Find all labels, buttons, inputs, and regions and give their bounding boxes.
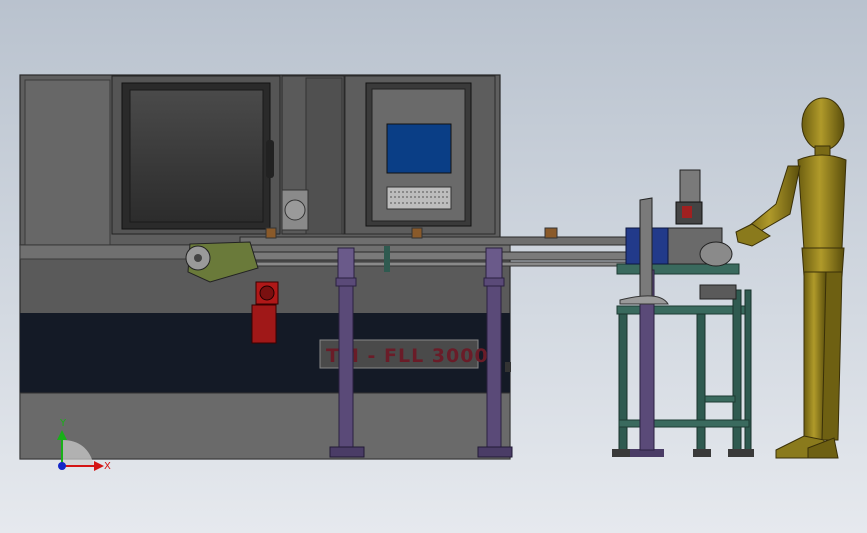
- triad-x-label: X: [104, 461, 111, 472]
- cad-viewport[interactable]: TM - FLL 3000 Y X: [0, 0, 867, 533]
- human-mannequin[interactable]: [735, 97, 847, 459]
- conveyor-rail-top: [239, 236, 631, 246]
- side-gear: [699, 284, 737, 300]
- left-side-panel: [24, 79, 111, 246]
- mannequin-leg-front: [803, 271, 827, 441]
- capper-red-part: [682, 206, 692, 218]
- motor-body: [251, 304, 277, 344]
- triad-y-label: Y: [59, 418, 67, 429]
- side-motor: [699, 241, 733, 267]
- station-foot-1: [612, 449, 632, 457]
- triad-z-axis: [58, 462, 66, 470]
- motor-face: [259, 285, 275, 301]
- chute: [619, 295, 669, 305]
- filling-machine[interactable]: TM - FLL 3000: [19, 74, 511, 460]
- door-handle[interactable]: [266, 140, 274, 178]
- station-leg-1: [618, 313, 628, 451]
- station-mid-deck: [616, 305, 750, 315]
- station-foot-4: [728, 449, 754, 457]
- capping-station[interactable]: [612, 169, 754, 457]
- station-foot-3: [693, 449, 711, 457]
- middle-column-inner: [305, 77, 343, 235]
- conveyor-rail-lower: [249, 251, 631, 261]
- sprocket-hub: [194, 254, 202, 262]
- mannequin-head: [801, 97, 845, 151]
- triad-x-arrow: [94, 461, 104, 471]
- hmi-screen[interactable]: [386, 123, 452, 174]
- conveyor-item-1: [265, 227, 277, 239]
- side-latch: [505, 362, 511, 372]
- guard-plate: [639, 197, 653, 305]
- valve-wheel[interactable]: [284, 199, 306, 221]
- left-door-glass: [129, 89, 264, 223]
- machine-bottom-panel: [19, 392, 511, 460]
- capper-mast: [679, 169, 701, 205]
- station-side-frame: [704, 395, 736, 403]
- mannequin-torso: [797, 154, 847, 251]
- conveyor-item-3: [544, 227, 558, 239]
- conveyor-item-2: [411, 227, 423, 239]
- station-cross-brace: [618, 419, 750, 428]
- conveyor-clip-mid: [384, 246, 390, 272]
- station-leg-3: [696, 313, 706, 451]
- conveyor-guide: [249, 261, 631, 267]
- keypad[interactable]: [386, 186, 452, 210]
